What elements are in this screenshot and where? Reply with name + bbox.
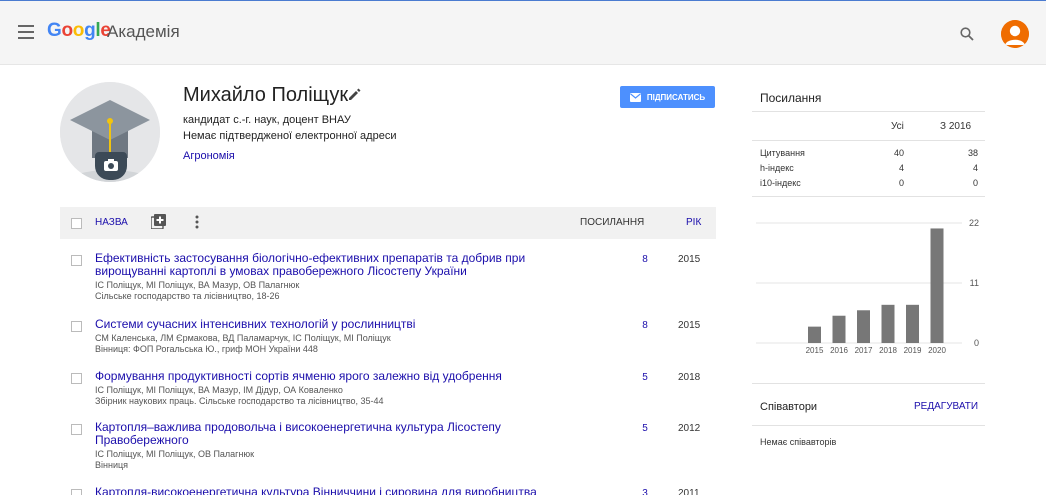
user-avatar-icon[interactable] xyxy=(1001,20,1029,48)
chart-bar[interactable] xyxy=(906,304,919,343)
citation-count-link[interactable]: 3 xyxy=(635,488,655,495)
publication-authors: ІС Поліщук, МІ Поліщук, ВА Мазур, ОВ Пал… xyxy=(95,280,300,290)
email-verification-status: Немає підтвердженої електронної адреси xyxy=(183,130,397,142)
publication-venue: Вінниця xyxy=(95,460,128,470)
publication-title-link[interactable]: Картопля–важлива продовольча і високоене… xyxy=(95,421,525,447)
hindex-all-value: 4 xyxy=(898,163,904,173)
publication-year: 2015 xyxy=(678,320,701,331)
chart-x-tick-label: 2020 xyxy=(928,346,946,355)
row-checkbox[interactable] xyxy=(71,489,82,495)
row-checkbox[interactable] xyxy=(71,373,82,384)
follow-button[interactable]: ПІДПИСАТИСЬ xyxy=(620,86,715,108)
publication-authors: ІС Поліщук, МІ Поліщук, ОВ Палагнюк xyxy=(95,449,255,459)
citations-col-all: Усі xyxy=(891,121,904,132)
citations-row-label: Цитування xyxy=(760,148,805,158)
more-vert-icon[interactable] xyxy=(195,215,199,229)
divider xyxy=(752,383,985,384)
chart-bar[interactable] xyxy=(808,326,821,343)
i10index-row-label: i10-індекс xyxy=(760,178,801,188)
publication-venue: Сільське господарство та лісівництво, 18… xyxy=(95,291,280,301)
publication-year: 2018 xyxy=(678,372,701,383)
divider xyxy=(752,111,985,112)
chart-x-tick-label: 2017 xyxy=(855,346,873,355)
hamburger-menu-icon[interactable] xyxy=(18,25,34,39)
row-checkbox[interactable] xyxy=(71,424,82,435)
publication-title-link[interactable]: Формування продуктивності сортів ячменю … xyxy=(95,370,550,383)
author-name: Михайло Поліщук xyxy=(183,84,349,106)
edit-coauthors-link[interactable]: РЕДАГУВАТИ xyxy=(914,401,978,412)
publication-venue: Вінниця: ФОП Рогальська Ю., гриф МОН Укр… xyxy=(95,344,318,354)
coauthors-section-title: Співавтори xyxy=(760,401,818,413)
chart-bar[interactable] xyxy=(857,310,870,343)
publication-year: 2012 xyxy=(678,423,701,434)
publication-authors: ІС Поліщук, МІ Поліщук, ВА Мазур, ІМ Дід… xyxy=(95,385,343,395)
citation-count-link[interactable]: 8 xyxy=(635,320,655,331)
scholar-section-label[interactable]: Академія xyxy=(107,22,180,42)
citation-count-link[interactable]: 5 xyxy=(635,423,655,434)
publication-authors: СМ Каленська, ЛМ Єрмакова, ВД Паламарчук… xyxy=(95,333,391,343)
no-coauthors-text: Немає співавторів xyxy=(760,437,837,447)
publication-venue: Збірник наукових праць. Сільське господа… xyxy=(95,396,384,406)
publication-title-link[interactable]: Ефективність застосування біологічно-ефе… xyxy=(95,252,550,278)
citations-per-year-chart: 0 11 22 2015 2016 2017 2018 2019 2020 xyxy=(756,218,979,355)
add-publication-icon[interactable] xyxy=(151,214,166,229)
publication-year: 2011 xyxy=(678,488,700,495)
edit-pencil-icon[interactable] xyxy=(347,88,361,102)
chart-y-tick-label: 22 xyxy=(969,218,979,228)
hindex-row-label: h-індекс xyxy=(760,163,794,173)
publications-table-header: НАЗВА ПОСИЛАННЯ РІК xyxy=(60,207,716,239)
hindex-since-value: 4 xyxy=(972,163,978,173)
chart-x-tick-label: 2019 xyxy=(904,346,922,355)
citation-count-link[interactable]: 5 xyxy=(635,372,655,383)
i10index-all-value: 0 xyxy=(898,178,904,188)
app-bar: Google Академія xyxy=(0,1,1046,65)
citations-all-value: 40 xyxy=(893,148,904,158)
chart-x-tick-label: 2018 xyxy=(879,346,897,355)
i10index-since-value: 0 xyxy=(972,178,978,188)
divider xyxy=(752,140,985,141)
citation-count-link[interactable]: 8 xyxy=(635,254,655,265)
divider xyxy=(752,425,985,426)
divider xyxy=(752,196,985,197)
chart-y-tick-label: 11 xyxy=(970,278,979,288)
search-icon[interactable] xyxy=(960,27,974,41)
chart-y-tick-label: 0 xyxy=(974,338,979,348)
citations-since-value: 38 xyxy=(967,148,978,158)
chart-bar[interactable] xyxy=(881,304,895,343)
chart-x-tick-label: 2015 xyxy=(806,346,824,355)
citations-col-since: З 2016 xyxy=(940,121,972,132)
google-logo[interactable]: Google xyxy=(47,20,111,42)
row-checkbox[interactable] xyxy=(71,255,82,266)
sort-by-title-link[interactable]: НАЗВА xyxy=(95,217,128,228)
mail-icon xyxy=(629,92,641,102)
publication-title-link[interactable]: Картопля-високоенергетична культура Вінн… xyxy=(95,486,550,495)
author-affiliation: кандидат с.-г. наук, доцент ВНАУ xyxy=(183,114,351,126)
sort-by-year-link[interactable]: РІК xyxy=(686,217,701,228)
chart-bar[interactable] xyxy=(832,315,846,343)
row-checkbox[interactable] xyxy=(71,321,82,332)
publication-year: 2015 xyxy=(678,254,701,265)
citations-section-title: Посилання xyxy=(760,91,822,105)
cited-by-column-header: ПОСИЛАННЯ xyxy=(580,217,645,228)
publication-title-link[interactable]: Системи сучасних інтенсивних технологій … xyxy=(95,318,550,331)
follow-button-label: ПІДПИСАТИСЬ xyxy=(646,92,706,102)
select-all-checkbox[interactable] xyxy=(71,218,82,229)
camera-icon[interactable] xyxy=(95,152,127,180)
research-interest-link[interactable]: Агрономія xyxy=(183,150,235,162)
chart-x-tick-label: 2016 xyxy=(830,346,848,355)
chart-bar[interactable] xyxy=(930,228,944,343)
